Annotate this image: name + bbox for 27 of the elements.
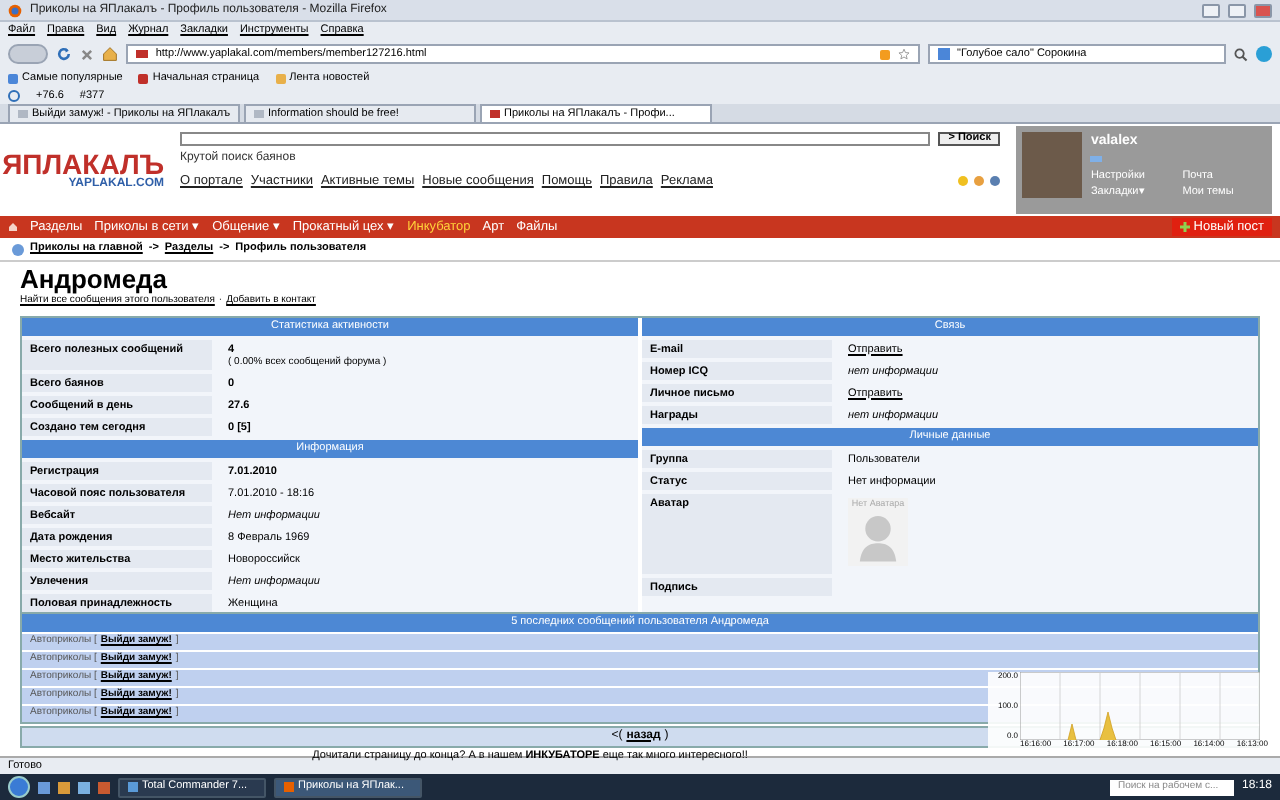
site-icon <box>254 110 264 118</box>
close-button[interactable] <box>1254 3 1272 17</box>
bookmark-icon <box>138 73 149 83</box>
search-icon <box>1234 47 1248 61</box>
bookmark-icon <box>275 73 286 83</box>
site-icon <box>18 110 28 118</box>
back-forward-button[interactable] <box>8 44 48 64</box>
reload-icon <box>55 46 72 62</box>
status-icon <box>1090 155 1103 161</box>
logo-text: ЯПЛАКАЛЪ <box>2 150 164 178</box>
maximize-button[interactable] <box>1228 3 1246 17</box>
site-icon <box>135 50 148 58</box>
search-field[interactable] <box>180 132 931 146</box>
stop-icon <box>79 47 94 61</box>
site-icon <box>490 110 500 118</box>
start-button[interactable] <box>8 776 30 798</box>
plus-icon <box>1179 222 1190 232</box>
home-icon <box>8 222 18 232</box>
firefox-logo-icon <box>8 3 22 17</box>
star-icon <box>897 48 910 60</box>
search-engine-icon <box>937 48 950 60</box>
profile-name: Андромеда <box>20 266 170 292</box>
home-icon <box>101 46 118 62</box>
minimize-button[interactable] <box>1202 3 1220 17</box>
rss-icon <box>879 49 890 59</box>
bookmark-icon <box>8 73 18 83</box>
photo-placeholder <box>1022 132 1083 198</box>
